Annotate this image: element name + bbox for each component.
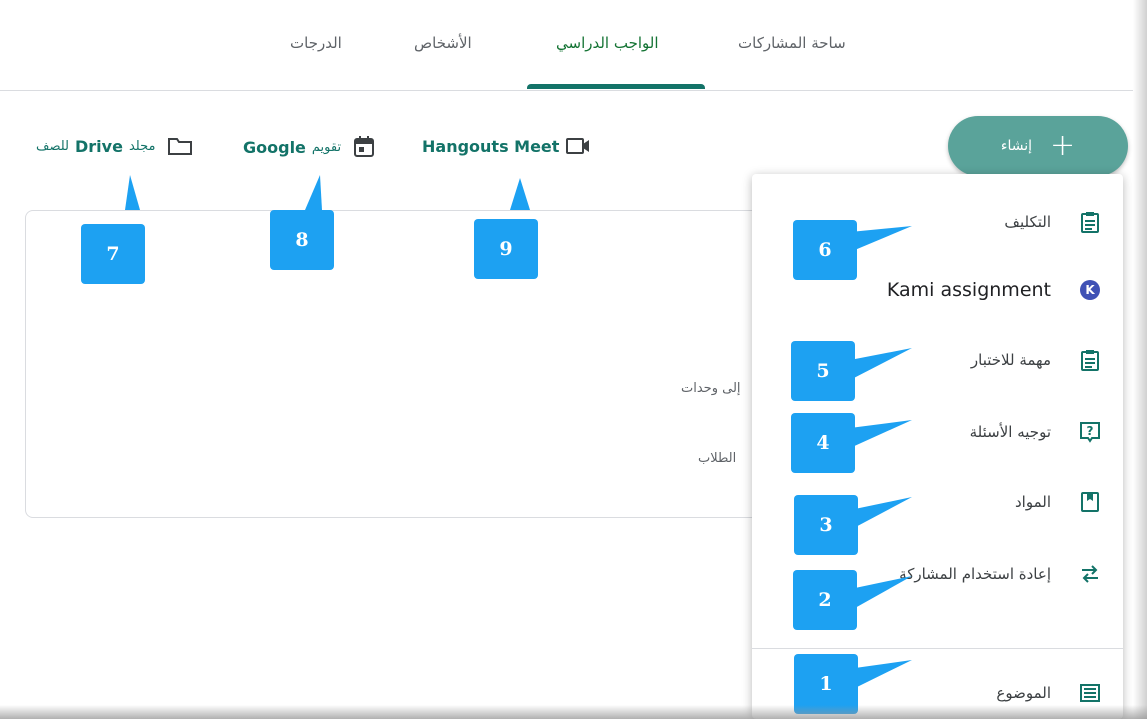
material-icon bbox=[1078, 490, 1102, 514]
menu-label-question: توجيه الأسئلة bbox=[969, 423, 1051, 441]
reuse-post-icon bbox=[1078, 562, 1102, 586]
callout-4: 4 bbox=[791, 413, 855, 473]
callout-9: 9 bbox=[474, 219, 538, 279]
frame-shadow-bottom bbox=[0, 705, 1147, 719]
card-text-students: الطلاب bbox=[698, 451, 737, 466]
kami-icon-glyph: K bbox=[1080, 280, 1100, 300]
drive-brand-label: Drive bbox=[75, 136, 123, 156]
video-camera-icon bbox=[565, 136, 591, 156]
callout-7: 7 bbox=[81, 224, 145, 284]
menu-label-kami-assignment: Kami assignment bbox=[886, 279, 1051, 301]
callout-2: 2 bbox=[793, 570, 857, 630]
pointer-7 bbox=[125, 175, 140, 210]
pointer-9 bbox=[510, 178, 530, 210]
calendar-icon bbox=[353, 136, 375, 158]
callout-5: 5 bbox=[791, 341, 855, 401]
assignment-icon bbox=[1078, 210, 1102, 234]
topic-icon bbox=[1078, 681, 1102, 705]
callout-8: 8 bbox=[270, 210, 334, 270]
tab-people[interactable]: الأشخاص bbox=[414, 34, 472, 52]
plus-icon: + bbox=[1049, 128, 1076, 163]
calendar-label: تقويم bbox=[311, 139, 342, 155]
create-button-label: إنشاء bbox=[1000, 138, 1032, 154]
kami-icon: K bbox=[1078, 278, 1102, 302]
calendar-brand-label: Google bbox=[243, 137, 306, 157]
google-calendar-link[interactable]: Google تقويم bbox=[243, 136, 375, 158]
frame-shadow-right bbox=[1133, 0, 1147, 719]
create-button[interactable]: إنشاء + bbox=[948, 116, 1128, 176]
quiz-assignment-icon bbox=[1078, 348, 1102, 372]
classroom-page: ساحة المشاركات الواجب الدراسي الأشخاص ال… bbox=[0, 0, 1147, 719]
menu-divider bbox=[752, 648, 1123, 649]
svg-text:?: ? bbox=[1087, 424, 1094, 438]
hangouts-meet-label: Hangouts Meet bbox=[422, 136, 560, 156]
tab-stream[interactable]: ساحة المشاركات bbox=[738, 34, 846, 52]
menu-label-quiz-assignment: مهمة للاختبار bbox=[970, 351, 1051, 369]
menu-label-assignment: التكليف bbox=[1004, 213, 1051, 231]
active-tab-indicator bbox=[527, 84, 705, 89]
question-icon: ? bbox=[1078, 420, 1102, 444]
hangouts-meet-link[interactable]: Hangouts Meet bbox=[422, 136, 591, 156]
drive-folder-prefix: مجلد bbox=[128, 138, 156, 154]
menu-label-material: المواد bbox=[1014, 493, 1051, 511]
menu-label-reuse-post: إعادة استخدام المشاركة bbox=[899, 565, 1051, 583]
folder-icon bbox=[167, 136, 193, 156]
card-text-units: إلى وحدات bbox=[681, 381, 741, 396]
callout-6: 6 bbox=[793, 220, 857, 280]
drive-folder-link[interactable]: للصف Drive مجلد bbox=[36, 136, 193, 156]
tab-grades[interactable]: الدرجات bbox=[290, 34, 342, 52]
drive-folder-suffix: للصف bbox=[36, 138, 69, 154]
tab-classwork[interactable]: الواجب الدراسي bbox=[556, 34, 659, 52]
top-nav-bar: ساحة المشاركات الواجب الدراسي الأشخاص ال… bbox=[0, 0, 1133, 91]
pointer-8 bbox=[305, 175, 322, 210]
callout-3: 3 bbox=[794, 495, 858, 555]
menu-label-topic: الموضوع bbox=[996, 684, 1051, 702]
